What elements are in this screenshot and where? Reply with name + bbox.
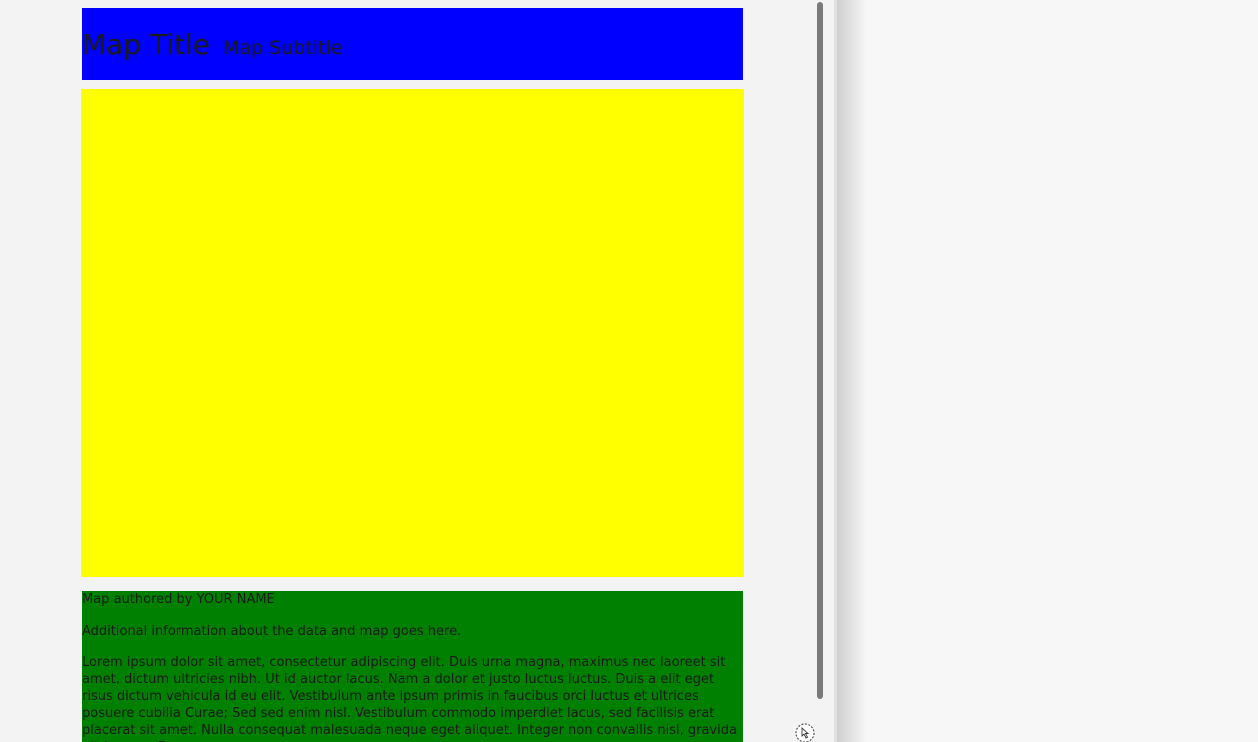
right-panel [867,0,1258,742]
description-text: Lorem ipsum dolor sit amet, consectetur … [82,655,737,742]
map-header: Map Title Map Subtitle [82,8,743,80]
map-title: Map Title [82,28,210,61]
pane-shadow [837,0,867,742]
map-subtitle: Map Subtitle [223,37,343,59]
map-footer: Map authored by YOUR NAME Additional inf… [82,591,743,742]
map-canvas[interactable] [81,89,744,577]
page-viewport: Map Title Map Subtitle Map authored by Y… [0,0,836,742]
vertical-scrollbar[interactable] [814,0,826,742]
additional-info: Additional information about the data an… [82,624,462,639]
author-credit: Map authored by YOUR NAME [82,592,275,607]
wait-cursor-icon [794,722,816,742]
scrollbar-thumb[interactable] [817,2,823,699]
